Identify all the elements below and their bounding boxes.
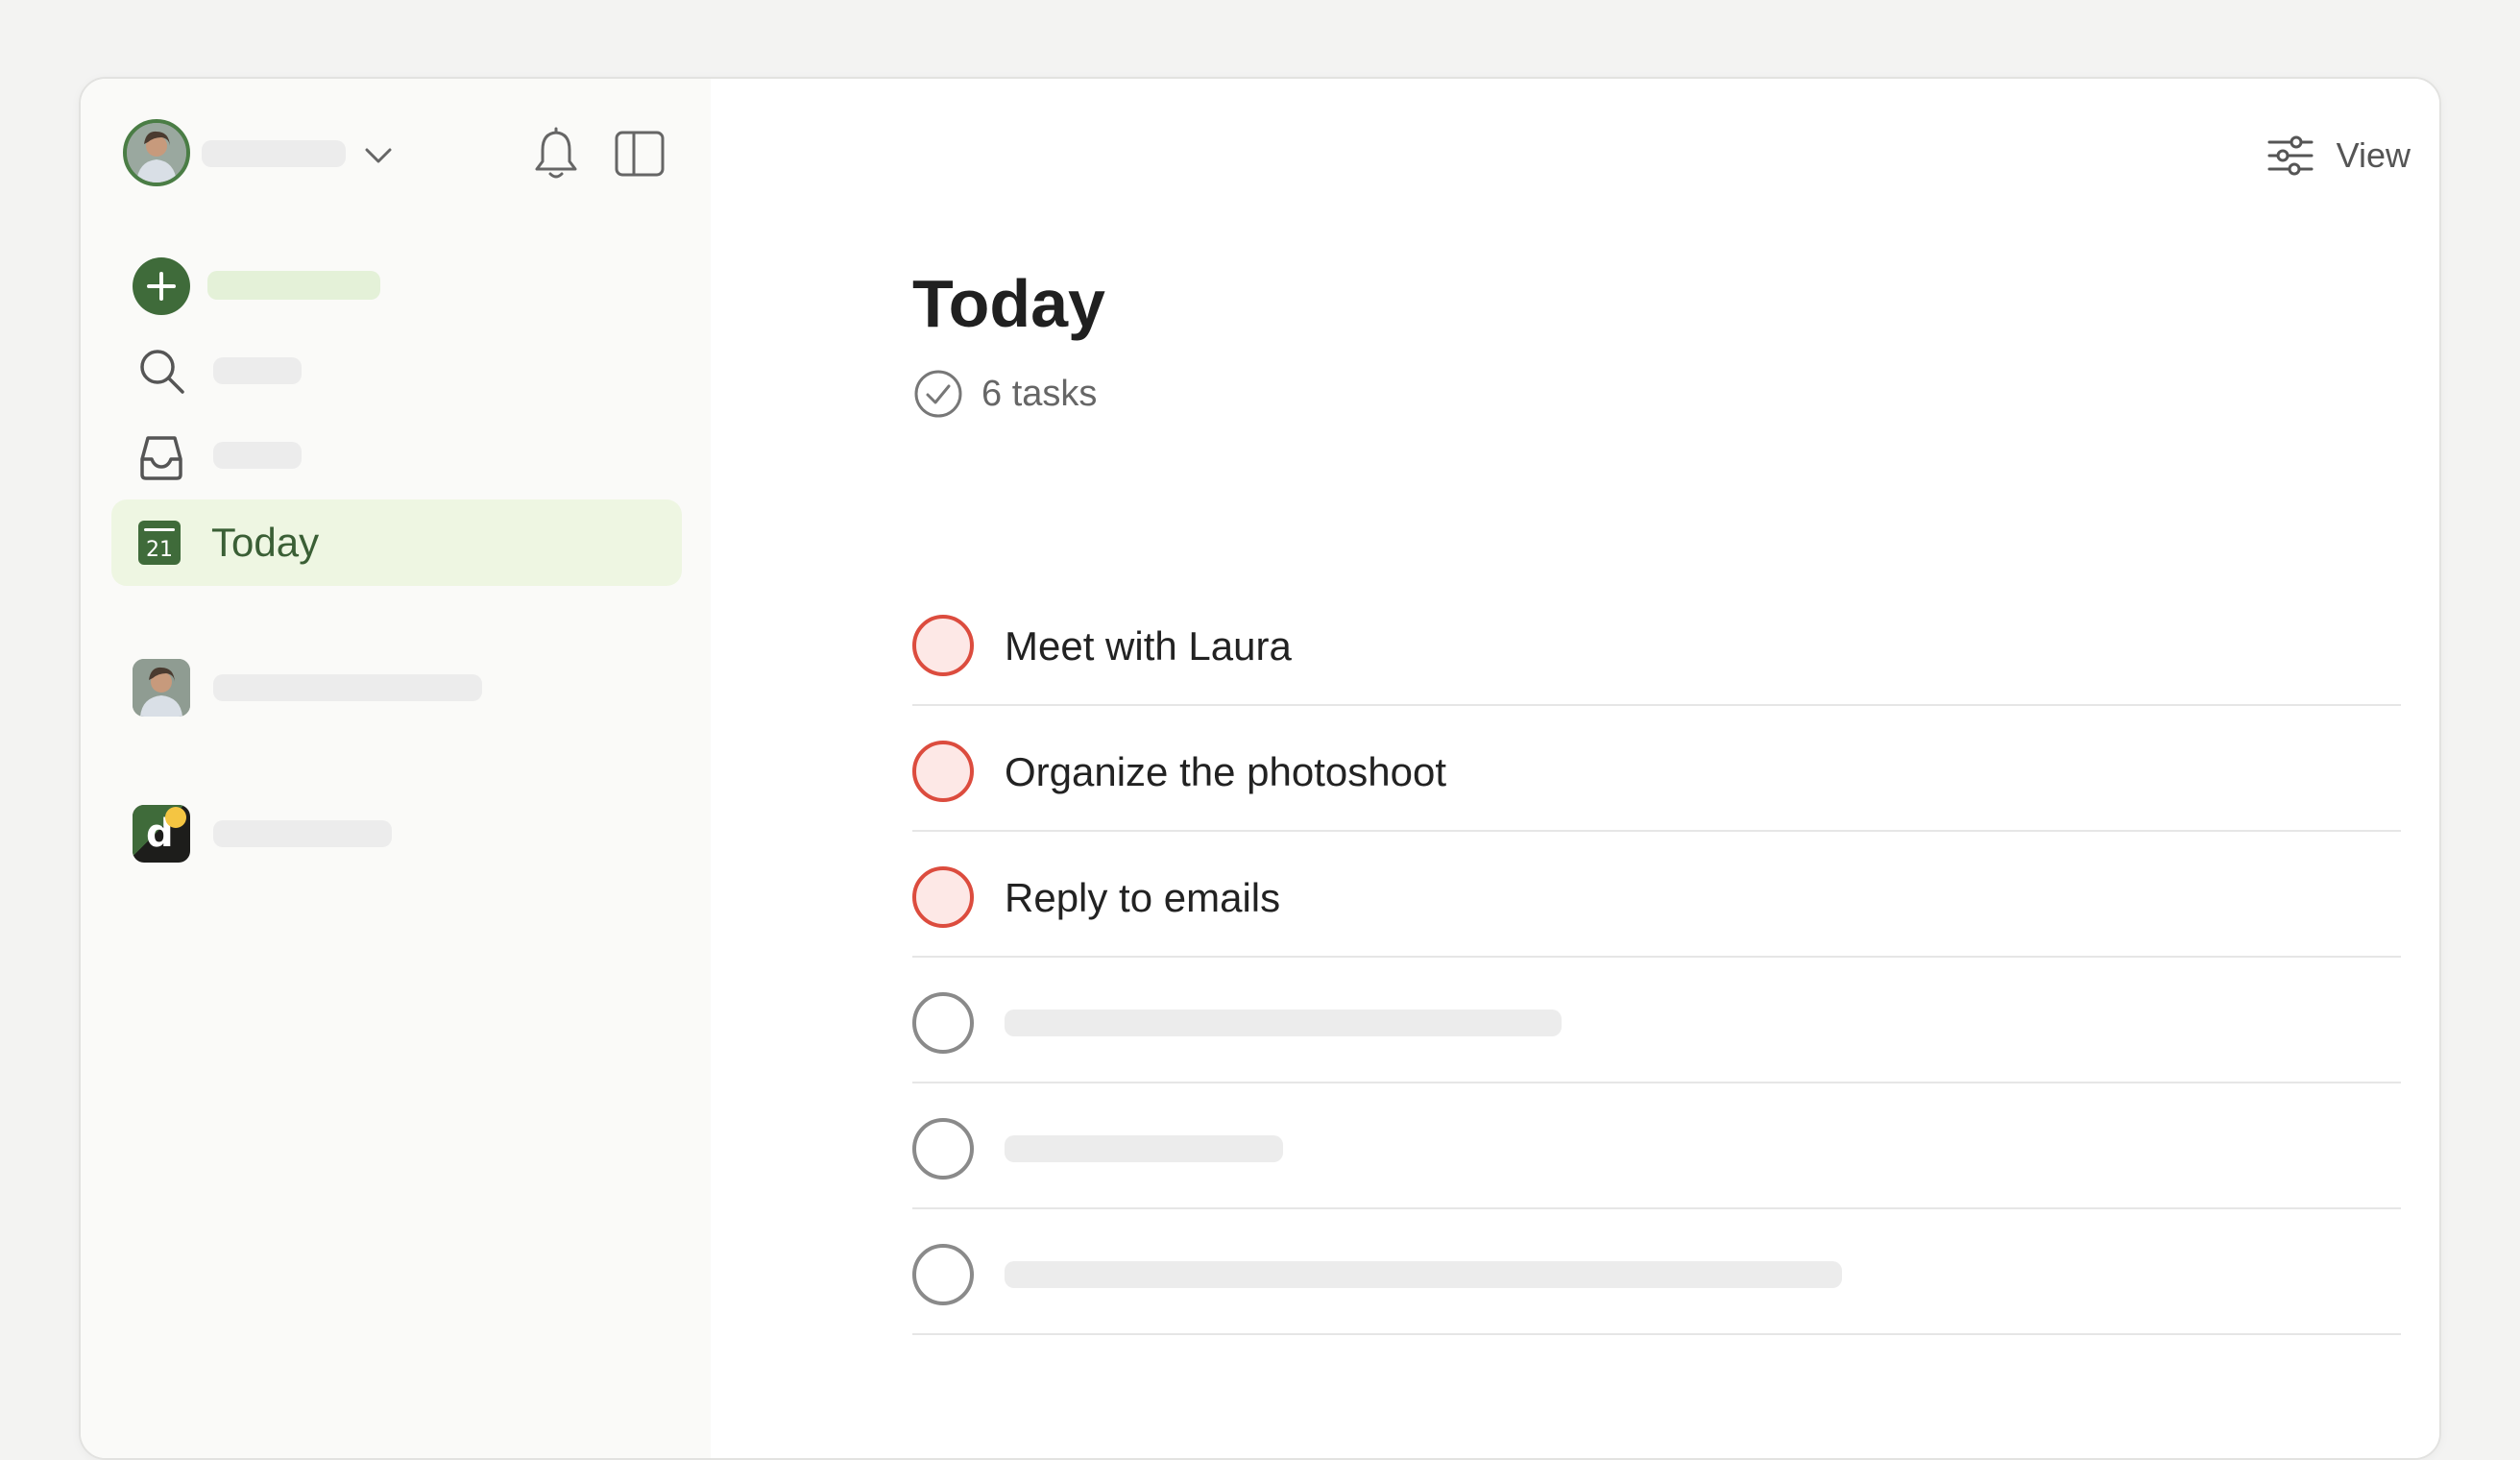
calendar-icon: 21	[138, 521, 181, 565]
task-title[interactable]: Reply to emails	[1005, 874, 1280, 922]
calendar-date: 21	[146, 538, 173, 562]
user-avatar[interactable]	[123, 119, 190, 186]
d-workspace-logo-icon[interactable]: d	[133, 805, 190, 863]
add-task-label-placeholder[interactable]	[207, 271, 380, 300]
task-title[interactable]: Meet with Laura	[1005, 622, 1292, 670]
search-icon[interactable]	[134, 344, 188, 398]
task-checkbox[interactable]	[912, 1118, 974, 1180]
inbox-label-placeholder[interactable]	[213, 442, 302, 469]
bell-icon[interactable]	[530, 125, 582, 182]
view-label: View	[2336, 135, 2411, 175]
sidebar: 21 Today d	[81, 79, 711, 1458]
sidebar-item-label: Today	[211, 520, 320, 565]
task-row[interactable]	[912, 1209, 2401, 1335]
sliders-icon	[2267, 135, 2314, 176]
task-count-label: 6 tasks	[981, 373, 1098, 414]
plus-icon	[147, 272, 176, 301]
sidebar-item-today[interactable]: 21 Today	[111, 499, 682, 586]
workspace-name-placeholder[interactable]	[202, 140, 346, 167]
task-title[interactable]: Organize the photoshoot	[1005, 748, 1446, 796]
project-avatar[interactable]	[133, 659, 190, 717]
add-task-button[interactable]	[133, 257, 190, 315]
task-checkbox[interactable]	[912, 992, 974, 1054]
chevron-down-icon[interactable]	[359, 136, 398, 175]
task-row[interactable]: Meet with Laura	[912, 580, 2401, 706]
task-row[interactable]: Organize the photoshoot	[912, 706, 2401, 832]
sidebar-toggle-icon[interactable]	[613, 129, 666, 179]
task-title-placeholder[interactable]	[1005, 1261, 1842, 1288]
logo-dot	[165, 807, 186, 828]
avatar-photo-icon	[127, 123, 186, 182]
user-avatar-icon	[133, 659, 190, 717]
check-circle-icon	[914, 370, 962, 418]
task-checkbox[interactable]	[912, 615, 974, 676]
task-row[interactable]: Reply to emails	[912, 832, 2401, 958]
task-checkbox[interactable]	[912, 866, 974, 928]
inbox-icon[interactable]	[134, 430, 188, 484]
task-checkbox[interactable]	[912, 741, 974, 802]
task-row[interactable]	[912, 1083, 2401, 1209]
workspace-label-placeholder[interactable]	[213, 820, 392, 847]
task-title-placeholder[interactable]	[1005, 1010, 1562, 1036]
task-title-placeholder[interactable]	[1005, 1135, 1283, 1162]
search-label-placeholder[interactable]	[213, 357, 302, 384]
task-checkbox[interactable]	[912, 1244, 974, 1305]
task-list: Meet with Laura Organize the photoshoot …	[912, 580, 2401, 1335]
page-title: Today	[912, 266, 1105, 341]
project-label-placeholder[interactable]	[213, 674, 482, 701]
app-window: 21 Today d View Today 6 tasks Meet with …	[79, 77, 2441, 1460]
task-row[interactable]	[912, 958, 2401, 1083]
view-button[interactable]: View	[2267, 127, 2411, 184]
task-count: 6 tasks	[912, 367, 1097, 421]
main-content: View Today 6 tasks Meet with Laura Organ…	[711, 79, 2439, 1458]
